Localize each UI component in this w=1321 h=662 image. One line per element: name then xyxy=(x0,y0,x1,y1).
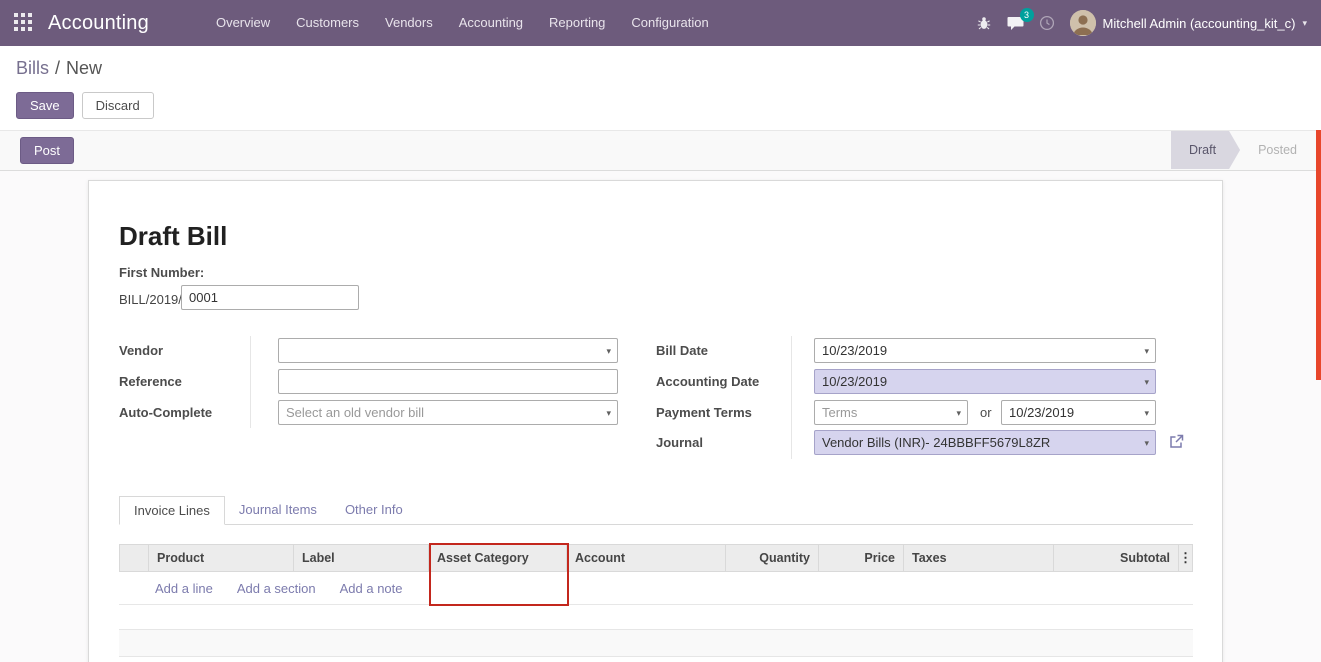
column-header-asset-category[interactable]: Asset Category xyxy=(429,544,567,572)
bill-number-input[interactable] xyxy=(181,285,359,310)
apps-menu-button[interactable] xyxy=(12,12,34,34)
statusbar: Post Draft Posted xyxy=(0,130,1321,171)
auto-complete-placeholder: Select an old vendor bill xyxy=(286,405,424,420)
column-header-label[interactable]: Label xyxy=(294,544,429,572)
breadcrumb-current: New xyxy=(66,58,102,78)
optional-columns-toggle[interactable]: ⋮ xyxy=(1179,544,1193,572)
dropdown-caret-icon: ▾ xyxy=(956,401,961,425)
post-button[interactable]: Post xyxy=(20,137,74,164)
auto-complete-select[interactable]: Select an old vendor bill ▾ xyxy=(278,400,618,425)
app-name: Accounting xyxy=(48,12,149,35)
dropdown-caret-icon: ▾ xyxy=(1144,431,1149,455)
kebab-icon: ⋮ xyxy=(1179,550,1192,565)
notebook-tabs: Invoice Lines Journal Items Other Info xyxy=(119,496,417,525)
vendor-label: Vendor xyxy=(119,338,247,363)
breadcrumb-separator: / xyxy=(55,58,60,78)
messages-badge: 3 xyxy=(1020,8,1034,22)
column-header-taxes[interactable]: Taxes xyxy=(904,544,1054,572)
dropdown-caret-icon: ▾ xyxy=(606,401,611,425)
journal-external-link-icon[interactable] xyxy=(1169,434,1185,450)
navbar-right: 3 Mitchell Admin (accounting_kit_c) ▾ xyxy=(976,10,1321,36)
or-label: or xyxy=(980,400,992,425)
save-button[interactable]: Save xyxy=(16,92,74,119)
user-menu[interactable]: Mitchell Admin (accounting_kit_c) ▾ xyxy=(1070,10,1307,36)
activities-clock-icon[interactable] xyxy=(1039,15,1055,31)
control-panel-buttons: Save Discard xyxy=(16,92,154,119)
menu-item-vendors[interactable]: Vendors xyxy=(372,0,446,46)
totals-band xyxy=(119,629,1193,657)
page-title: Draft Bill xyxy=(119,221,227,252)
due-date-value: 10/23/2019 xyxy=(1009,405,1074,420)
add-a-note-link[interactable]: Add a note xyxy=(340,581,403,596)
status-pipeline: Draft Posted xyxy=(1171,131,1315,169)
odoo-accounting-screen: Accounting Overview Customers Vendors Ac… xyxy=(0,0,1321,662)
accounting-date-select[interactable]: 10/23/2019 ▾ xyxy=(814,369,1156,394)
dropdown-caret-icon: ▾ xyxy=(1144,339,1149,363)
avatar xyxy=(1070,10,1096,36)
menu-item-overview[interactable]: Overview xyxy=(203,0,283,46)
bill-date-value: 10/23/2019 xyxy=(822,343,887,358)
messages-icon[interactable]: 3 xyxy=(1007,16,1024,31)
bill-number-prefix: BILL/2019/ xyxy=(119,287,182,312)
dropdown-caret-icon: ▾ xyxy=(1144,401,1149,425)
column-header-product[interactable]: Product xyxy=(149,544,294,572)
payment-terms-placeholder: Terms xyxy=(822,405,857,420)
breadcrumb-bills[interactable]: Bills xyxy=(16,58,49,78)
column-header-quantity[interactable]: Quantity xyxy=(726,544,819,572)
tab-other-info[interactable]: Other Info xyxy=(331,496,417,525)
invoice-lines-header: Product Label Asset Category Account Qua… xyxy=(119,544,1193,572)
control-panel: Bills / New Save Discard xyxy=(0,46,1321,130)
bill-date-select[interactable]: 10/23/2019 ▾ xyxy=(814,338,1156,363)
discard-button[interactable]: Discard xyxy=(82,92,154,119)
column-header-price[interactable]: Price xyxy=(819,544,904,572)
debug-bug-icon[interactable] xyxy=(976,15,992,31)
breadcrumb: Bills / New xyxy=(16,58,102,79)
list-add-row: Add a line Add a section Add a note xyxy=(119,572,1193,605)
menu-item-configuration[interactable]: Configuration xyxy=(618,0,721,46)
add-a-section-link[interactable]: Add a section xyxy=(237,581,316,596)
vendor-select[interactable]: ▾ xyxy=(278,338,618,363)
tab-invoice-lines[interactable]: Invoice Lines xyxy=(119,496,225,525)
tab-journal-items[interactable]: Journal Items xyxy=(225,496,331,525)
bill-date-label: Bill Date xyxy=(656,338,784,363)
reference-label: Reference xyxy=(119,369,247,394)
group-separator xyxy=(250,336,251,428)
payment-terms-select[interactable]: Terms ▾ xyxy=(814,400,968,425)
column-header-account[interactable]: Account xyxy=(567,544,726,572)
journal-label: Journal xyxy=(656,430,784,455)
status-posted[interactable]: Posted xyxy=(1240,131,1315,169)
dropdown-caret-icon: ▾ xyxy=(606,339,611,363)
row-handle-column-header xyxy=(119,544,149,572)
payment-terms-label: Payment Terms xyxy=(656,400,784,425)
status-draft[interactable]: Draft xyxy=(1171,131,1240,169)
apps-grid-icon xyxy=(14,13,32,34)
dropdown-caret-icon: ▾ xyxy=(1144,370,1149,394)
journal-value: Vendor Bills (INR)- 24BBBFF5679L8ZR xyxy=(822,435,1050,450)
chevron-down-icon: ▾ xyxy=(1302,18,1307,29)
scrollbar-thumb[interactable] xyxy=(1316,130,1321,380)
top-navbar: Accounting Overview Customers Vendors Ac… xyxy=(0,0,1321,46)
menu-item-reporting[interactable]: Reporting xyxy=(536,0,618,46)
group-separator xyxy=(791,336,792,459)
first-number-label: First Number: xyxy=(119,265,204,280)
due-date-select[interactable]: 10/23/2019 ▾ xyxy=(1001,400,1156,425)
accounting-date-label: Accounting Date xyxy=(656,369,784,394)
main-content: Draft Bill First Number: BILL/2019/ Vend… xyxy=(0,171,1321,662)
add-a-line-link[interactable]: Add a line xyxy=(155,581,213,596)
menu-item-accounting[interactable]: Accounting xyxy=(446,0,536,46)
accounting-date-value: 10/23/2019 xyxy=(822,374,887,389)
auto-complete-label: Auto-Complete xyxy=(119,400,247,425)
journal-select[interactable]: Vendor Bills (INR)- 24BBBFF5679L8ZR ▾ xyxy=(814,430,1156,455)
column-header-subtotal[interactable]: Subtotal xyxy=(1054,544,1179,572)
bill-form-sheet: Draft Bill First Number: BILL/2019/ Vend… xyxy=(88,180,1223,662)
menu-item-customers[interactable]: Customers xyxy=(283,0,372,46)
top-menu: Overview Customers Vendors Accounting Re… xyxy=(203,0,722,46)
user-name: Mitchell Admin (accounting_kit_c) xyxy=(1103,16,1296,31)
reference-input[interactable] xyxy=(278,369,618,394)
